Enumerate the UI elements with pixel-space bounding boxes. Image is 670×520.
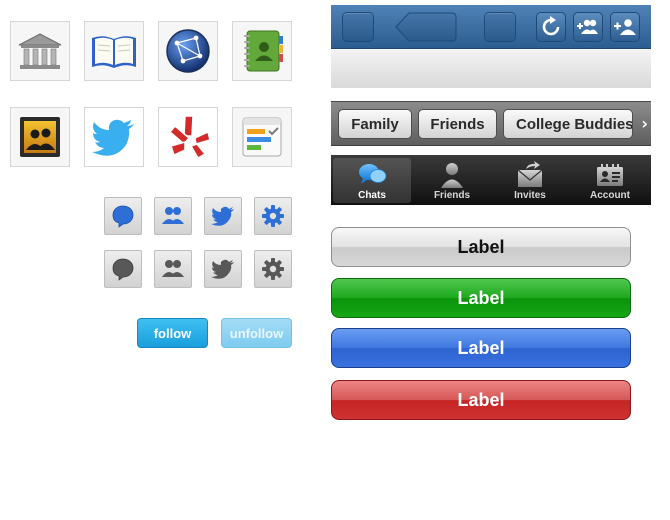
- network-globe-icon[interactable]: [158, 21, 218, 81]
- green-label-button[interactable]: Label: [331, 278, 631, 318]
- gray-label-button[interactable]: Label: [331, 227, 631, 267]
- chat-bubble-icon[interactable]: [104, 197, 142, 235]
- twitter-bird-icon[interactable]: [204, 197, 242, 235]
- yelp-icon[interactable]: [158, 107, 218, 167]
- refresh-button[interactable]: [536, 12, 566, 42]
- person-icon: [437, 161, 467, 189]
- envelope-icon: [515, 161, 545, 189]
- tab-label: Account: [590, 190, 630, 201]
- book-icon[interactable]: [84, 21, 144, 81]
- segment-college-buddies[interactable]: College Buddies: [503, 109, 633, 139]
- users-icon[interactable]: [154, 197, 192, 235]
- navigation-bar: [331, 5, 651, 49]
- tab-bar: Chats Friends Invites Account: [331, 155, 651, 205]
- follow-button[interactable]: follow: [137, 318, 208, 348]
- id-card-icon: [595, 161, 625, 189]
- unfollow-button[interactable]: unfollow: [221, 318, 292, 348]
- add-user-icon: [614, 16, 636, 38]
- chat-bubbles-icon: [357, 161, 387, 189]
- segment-friends[interactable]: Friends: [418, 109, 497, 139]
- contacts-photo-icon[interactable]: [10, 107, 70, 167]
- red-label-button[interactable]: Label: [331, 380, 631, 420]
- tab-chats[interactable]: Chats: [333, 158, 411, 203]
- tab-friends[interactable]: Friends: [413, 158, 491, 203]
- nav-empty-button[interactable]: [342, 12, 374, 42]
- nav-back-button[interactable]: [395, 12, 457, 42]
- options-settings-icon[interactable]: [232, 107, 292, 167]
- segment-family[interactable]: Family: [338, 109, 412, 139]
- chat-bubble-icon[interactable]: [104, 250, 142, 288]
- tab-label: Invites: [514, 190, 546, 201]
- add-group-icon: [577, 16, 599, 38]
- twitter-bird-icon[interactable]: [84, 107, 144, 167]
- bank-icon[interactable]: [10, 21, 70, 81]
- add-user-button[interactable]: [610, 12, 640, 42]
- twitter-bird-icon[interactable]: [204, 250, 242, 288]
- add-group-button[interactable]: [573, 12, 603, 42]
- gear-icon[interactable]: [254, 197, 292, 235]
- tab-label: Friends: [433, 190, 471, 201]
- tab-label: Chats: [358, 190, 386, 201]
- users-icon[interactable]: [154, 250, 192, 288]
- content-area: [331, 50, 651, 88]
- chevron-right-icon[interactable]: ›: [641, 114, 648, 133]
- nav-empty-button[interactable]: [484, 12, 516, 42]
- blue-label-button[interactable]: Label: [331, 328, 631, 368]
- tab-account[interactable]: Account: [571, 158, 649, 203]
- tab-invites[interactable]: Invites: [491, 158, 569, 203]
- gear-icon[interactable]: [254, 250, 292, 288]
- address-book-icon[interactable]: [232, 21, 292, 81]
- segment-bar: Family Friends College Buddies ›: [331, 101, 651, 146]
- refresh-icon: [540, 16, 562, 38]
